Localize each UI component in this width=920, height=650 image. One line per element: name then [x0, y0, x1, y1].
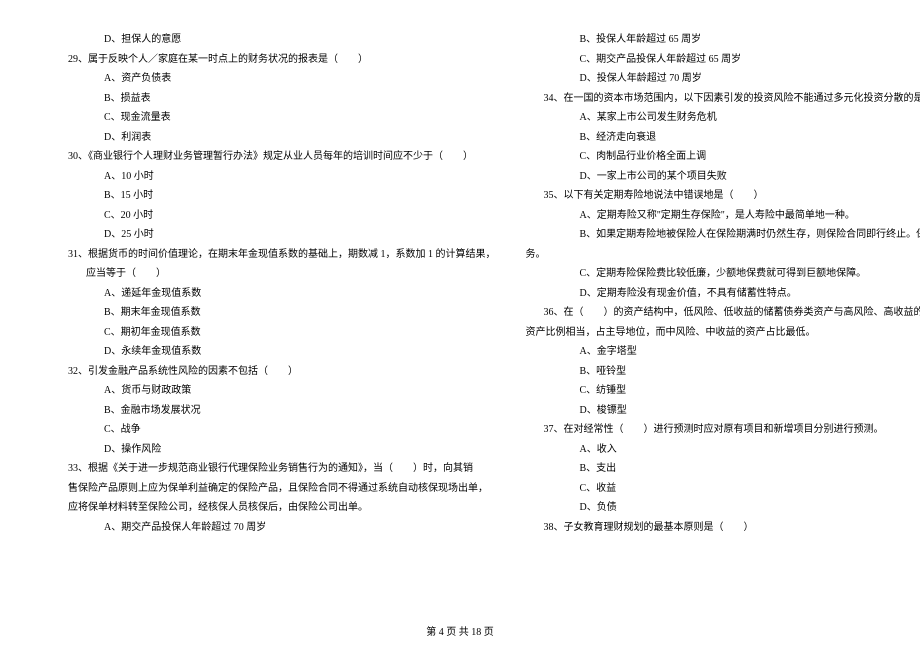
q35-option-d: D、定期寿险没有现金价值，不具有储蓄性特点。	[526, 284, 920, 304]
q32-text: 32、引发金融产品系统性风险的因素不包括（ ）	[50, 362, 496, 382]
q34-option-c: C、肉制品行业价格全面上调	[526, 147, 920, 167]
q30-option-b: B、15 小时	[50, 186, 496, 206]
q32-option-d: D、操作风险	[50, 440, 496, 460]
q33-option-c: C、期交产品投保人年龄超过 65 周岁	[526, 50, 920, 70]
q29-option-c: C、现金流量表	[50, 108, 496, 128]
q36-option-b: B、哑铃型	[526, 362, 920, 382]
left-column: D、担保人的意愿 29、属于反映个人／家庭在某一时点上的财务状况的报表是（ ） …	[50, 30, 496, 537]
q35-option-b-cont: 务。	[526, 245, 920, 265]
q36-option-a: A、金字塔型	[526, 342, 920, 362]
q33-option-a: A、期交产品投保人年龄超过 70 周岁	[50, 518, 496, 538]
q33-option-d: D、投保人年龄超过 70 周岁	[526, 69, 920, 89]
q31-option-c: C、期初年金现值系数	[50, 323, 496, 343]
q36-text: 36、在（ ）的资产结构中，低风险、低收益的储蓄债券类资产与高风险、高收益的股票…	[526, 303, 920, 323]
q34-option-d: D、一家上市公司的某个项目失败	[526, 167, 920, 187]
q37-option-b: B、支出	[526, 459, 920, 479]
q29-option-b: B、损益表	[50, 89, 496, 109]
q36-option-d: D、梭镖型	[526, 401, 920, 421]
q30-option-c: C、20 小时	[50, 206, 496, 226]
q31-text: 31、根据货币的时间价值理论，在期末年金现值系数的基础上，期数减 1，系数加 1…	[50, 245, 496, 265]
q34-option-a: A、某家上市公司发生财务危机	[526, 108, 920, 128]
q29-option-a: A、资产负债表	[50, 69, 496, 89]
q35-option-b: B、如果定期寿险地被保险人在保险期满时仍然生存，则保险合同即行终止。保险人无给付…	[526, 225, 920, 245]
q29-text: 29、属于反映个人／家庭在某一时点上的财务状况的报表是（ ）	[50, 50, 496, 70]
q37-option-c: C、收益	[526, 479, 920, 499]
q30-option-a: A、10 小时	[50, 167, 496, 187]
q35-text: 35、以下有关定期寿险地说法中错误地是（ ）	[526, 186, 920, 206]
q33-text: 33、根据《关于进一步规范商业银行代理保险业务销售行为的通知》，当（ ）时，向其…	[50, 459, 496, 479]
q33-text-cont1: 售保险产品原则上应为保单利益确定的保险产品，且保险合同不得通过系统自动核保现场出…	[50, 479, 496, 499]
q31-option-b: B、期末年金现值系数	[50, 303, 496, 323]
q33-text-cont2: 应将保单材料转至保险公司，经核保人员核保后，由保险公司出单。	[50, 498, 496, 518]
q29-option-d: D、利润表	[50, 128, 496, 148]
q30-option-d: D、25 小时	[50, 225, 496, 245]
q31-option-a: A、递延年金现值系数	[50, 284, 496, 304]
q28-option-d: D、担保人的意愿	[50, 30, 496, 50]
q31-option-d: D、永续年金现值系数	[50, 342, 496, 362]
q36-text-cont: 资产比例相当，占主导地位，而中风险、中收益的资产占比最低。	[526, 323, 920, 343]
q38-text: 38、子女教育理财规划的最基本原则是（ ）	[526, 518, 920, 538]
right-column: B、投保人年龄超过 65 周岁 C、期交产品投保人年龄超过 65 周岁 D、投保…	[526, 30, 920, 537]
q35-option-c: C、定期寿险保险费比较低廉，少额地保费就可得到巨额地保障。	[526, 264, 920, 284]
q32-option-b: B、金融市场发展状况	[50, 401, 496, 421]
q31-text-cont: 应当等于（ ）	[50, 264, 496, 284]
document-body: D、担保人的意愿 29、属于反映个人／家庭在某一时点上的财务状况的报表是（ ） …	[50, 30, 870, 537]
q36-option-c: C、纺锤型	[526, 381, 920, 401]
q35-option-a: A、定期寿险又称"定期生存保险"，是人寿险中最简单地一种。	[526, 206, 920, 226]
q32-option-a: A、货币与财政政策	[50, 381, 496, 401]
q37-option-a: A、收入	[526, 440, 920, 460]
q37-option-d: D、负债	[526, 498, 920, 518]
q34-text: 34、在一国的资本市场范围内，以下因素引发的投资风险不能通过多元化投资分散的是（…	[526, 89, 920, 109]
page-footer: 第 4 页 共 18 页	[0, 623, 920, 638]
q33-option-b: B、投保人年龄超过 65 周岁	[526, 30, 920, 50]
q32-option-c: C、战争	[50, 420, 496, 440]
q37-text: 37、在对经常性（ ）进行预测时应对原有项目和新增项目分别进行预测。	[526, 420, 920, 440]
q30-text: 30、《商业银行个人理财业务管理暂行办法》规定从业人员每年的培训时间应不少于（ …	[50, 147, 496, 167]
q34-option-b: B、经济走向衰退	[526, 128, 920, 148]
